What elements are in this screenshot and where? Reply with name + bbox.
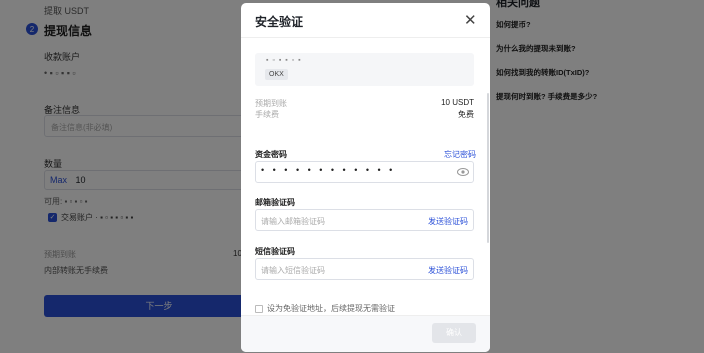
address-tag: OKX [265, 69, 288, 80]
modal-footer: 确认 [241, 315, 490, 352]
close-icon[interactable]: ✕ [464, 13, 477, 28]
fund-password-value: • • • • • • • • • • • • [261, 165, 396, 175]
fund-password-input[interactable]: • • • • • • • • • • • • [255, 161, 474, 183]
fund-password-label: 资金密码 [255, 150, 287, 159]
expected-arrival-value: 10 USDT [441, 98, 474, 107]
whitelist-label: 设为免验证地址，后续提现无需验证 [267, 304, 395, 313]
email-code-input[interactable]: 请输入邮箱验证码 发送验证码 [255, 209, 474, 231]
eye-icon[interactable] [457, 167, 469, 179]
expected-arrival-row: 预期到账 10 USDT [255, 98, 474, 109]
send-sms-code-button[interactable]: 发送验证码 [428, 265, 468, 276]
withdraw-address: ▪ ▫ ▪ ▪ ▫ ▪ [266, 57, 302, 64]
security-verification-modal: 安全验证 ✕ ▪ ▫ ▪ ▪ ▫ ▪ OKX 预期到账 10 USDT 手续费 … [241, 3, 490, 352]
checkbox-unchecked-icon[interactable] [255, 304, 263, 313]
email-code-label: 邮箱验证码 [255, 198, 295, 207]
email-code-placeholder: 请输入邮箱验证码 [261, 217, 325, 226]
sms-code-input[interactable]: 请输入短信验证码 发送验证码 [255, 258, 474, 280]
header-divider [241, 37, 490, 38]
expected-arrival-label: 预期到账 [255, 99, 287, 108]
withdraw-address-card: ▪ ▫ ▪ ▪ ▫ ▪ OKX [255, 53, 474, 86]
sms-code-placeholder: 请输入短信验证码 [261, 266, 325, 275]
modal-scrollbar[interactable] [487, 93, 489, 243]
confirm-button[interactable]: 确认 [432, 323, 476, 343]
send-email-code-button[interactable]: 发送验证码 [428, 216, 468, 227]
forgot-password-link[interactable]: 忘记密码 [444, 149, 476, 160]
whitelist-checkbox-row[interactable]: 设为免验证地址，后续提现无需验证 [255, 303, 395, 314]
sms-code-label: 短信验证码 [255, 247, 295, 256]
modal-title: 安全验证 [255, 15, 304, 29]
fee-row: 手续费 免费 [255, 109, 474, 120]
fee-value: 免费 [458, 110, 474, 119]
fee-label: 手续费 [255, 110, 279, 119]
